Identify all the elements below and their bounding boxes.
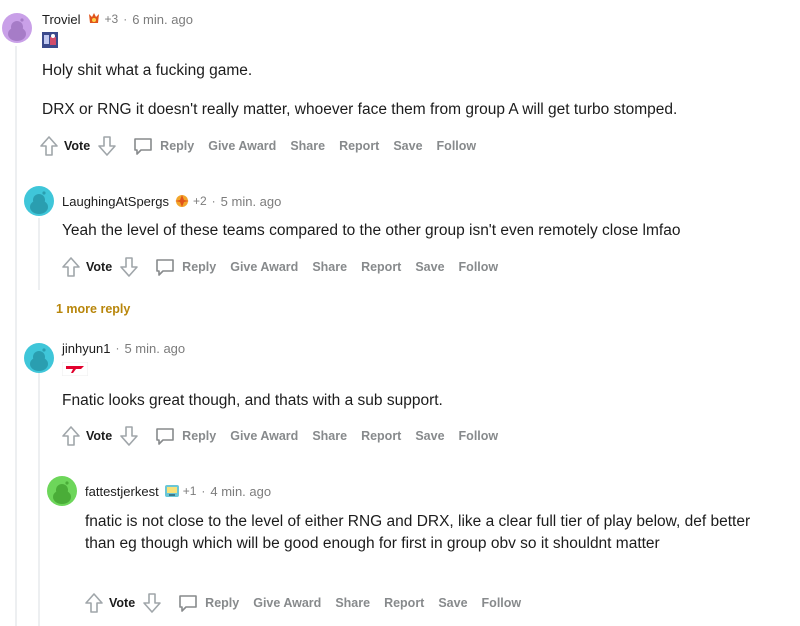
downvote-icon[interactable]	[118, 255, 140, 279]
user-flair-badge	[61, 361, 89, 377]
upvote-icon[interactable]	[38, 134, 60, 158]
share-button[interactable]: Share	[312, 429, 347, 443]
avatar[interactable]	[47, 476, 77, 506]
follow-button[interactable]: Follow	[459, 429, 499, 443]
avatar[interactable]	[24, 186, 54, 216]
separator-dot: ·	[123, 12, 128, 26]
username[interactable]: LaughingAtSpergs	[62, 194, 169, 209]
upvote-icon[interactable]	[60, 255, 82, 279]
snoo-avatar-icon	[53, 481, 71, 504]
timestamp[interactable]: 6 min. ago	[132, 12, 193, 27]
follow-button[interactable]: Follow	[459, 260, 499, 274]
comment-paragraph: fnatic is not close to the level of eith…	[85, 513, 751, 552]
report-button[interactable]: Report	[384, 596, 424, 610]
share-button[interactable]: Share	[335, 596, 370, 610]
comment-actions: Vote Reply Give Award Share Report Save …	[83, 590, 535, 616]
downvote-icon[interactable]	[141, 591, 163, 615]
comment-header: Troviel +3 · 6 min. ago	[42, 9, 193, 29]
comment-header: LaughingAtSpergs +2 · 5 min. ago	[62, 191, 281, 211]
downvote-icon[interactable]	[96, 134, 118, 158]
team-logo-icon	[61, 361, 89, 377]
reply-button[interactable]: Reply	[132, 135, 194, 157]
thread-line-level2-a[interactable]	[38, 218, 40, 290]
timestamp[interactable]: 4 min. ago	[210, 484, 271, 499]
report-button[interactable]: Report	[339, 139, 379, 153]
give-award-button[interactable]: Give Award	[230, 429, 298, 443]
reply-label: Reply	[182, 429, 217, 443]
separator-dot: ·	[211, 194, 216, 208]
thread-line-root[interactable]	[15, 46, 17, 626]
username[interactable]: jinhyun1	[62, 341, 110, 356]
upvote-icon[interactable]	[60, 424, 82, 448]
flair-count: +2	[192, 194, 207, 208]
avatar[interactable]	[2, 13, 32, 43]
comment-paragraph: Yeah the level of these teams compared t…	[62, 222, 681, 239]
save-button[interactable]: Save	[393, 139, 422, 153]
comment-bubble-icon	[156, 259, 174, 276]
user-flair-badge	[42, 32, 58, 48]
comment-bubble-icon	[134, 138, 152, 155]
give-award-button[interactable]: Give Award	[208, 139, 276, 153]
thread-line-level2-b[interactable]	[38, 372, 40, 626]
snoo-avatar-icon	[8, 18, 26, 41]
downvote-icon[interactable]	[118, 424, 140, 448]
comment-paragraph: DRX or RNG it doesn't really matter, who…	[42, 101, 678, 118]
flair-count: +3	[104, 12, 119, 26]
comment-actions: Vote Reply Give Award Share Report Save …	[60, 423, 512, 449]
share-button[interactable]: Share	[290, 139, 325, 153]
save-button[interactable]: Save	[415, 429, 444, 443]
flair-count: +1	[182, 484, 197, 498]
save-button[interactable]: Save	[415, 260, 444, 274]
upvote-icon[interactable]	[83, 591, 105, 615]
comment-header: jinhyun1 · 5 min. ago	[62, 338, 185, 358]
reply-label: Reply	[182, 260, 217, 274]
report-button[interactable]: Report	[361, 429, 401, 443]
give-award-button[interactable]: Give Award	[230, 260, 298, 274]
avatar[interactable]	[24, 343, 54, 373]
snoo-avatar-icon	[30, 191, 48, 214]
reply-label: Reply	[205, 596, 240, 610]
follow-button[interactable]: Follow	[437, 139, 477, 153]
separator-dot: ·	[201, 484, 206, 498]
vote-count: Vote	[86, 260, 113, 274]
comment-header: fattestjerkest +1 · 4 min. ago	[85, 481, 271, 501]
comment-paragraph: Fnatic looks great though, and thats wit…	[62, 392, 443, 409]
comment-actions: Vote Reply Give Award Share Report Save …	[60, 254, 512, 280]
comment-actions: Vote Reply Give Award Share Report Save …	[38, 133, 490, 159]
reply-label: Reply	[160, 139, 195, 153]
reply-button[interactable]: Reply	[154, 256, 216, 278]
follow-button[interactable]: Follow	[482, 596, 522, 610]
share-button[interactable]: Share	[312, 260, 347, 274]
reply-button[interactable]: Reply	[177, 592, 239, 614]
username[interactable]: Troviel	[42, 12, 81, 27]
username[interactable]: fattestjerkest	[85, 484, 159, 499]
timestamp[interactable]: 5 min. ago	[124, 341, 185, 356]
game-icon	[42, 32, 58, 48]
report-button[interactable]: Report	[361, 260, 401, 274]
comment-bubble-icon	[156, 428, 174, 445]
comment-paragraph: Holy shit what a fucking game.	[42, 62, 253, 79]
flair-icon	[88, 13, 99, 23]
give-award-button[interactable]: Give Award	[253, 596, 321, 610]
vote-count: Vote	[86, 429, 113, 443]
flair-icon	[174, 195, 189, 207]
flair-icon	[164, 485, 179, 497]
more-replies-link[interactable]: 1 more reply	[56, 302, 130, 316]
vote-count: Vote	[109, 596, 136, 610]
timestamp[interactable]: 5 min. ago	[221, 194, 282, 209]
reply-button[interactable]: Reply	[154, 425, 216, 447]
snoo-avatar-icon	[30, 348, 48, 371]
save-button[interactable]: Save	[438, 596, 467, 610]
separator-dot: ·	[115, 341, 120, 355]
comment-bubble-icon	[179, 595, 197, 612]
vote-count: Vote	[64, 139, 91, 153]
